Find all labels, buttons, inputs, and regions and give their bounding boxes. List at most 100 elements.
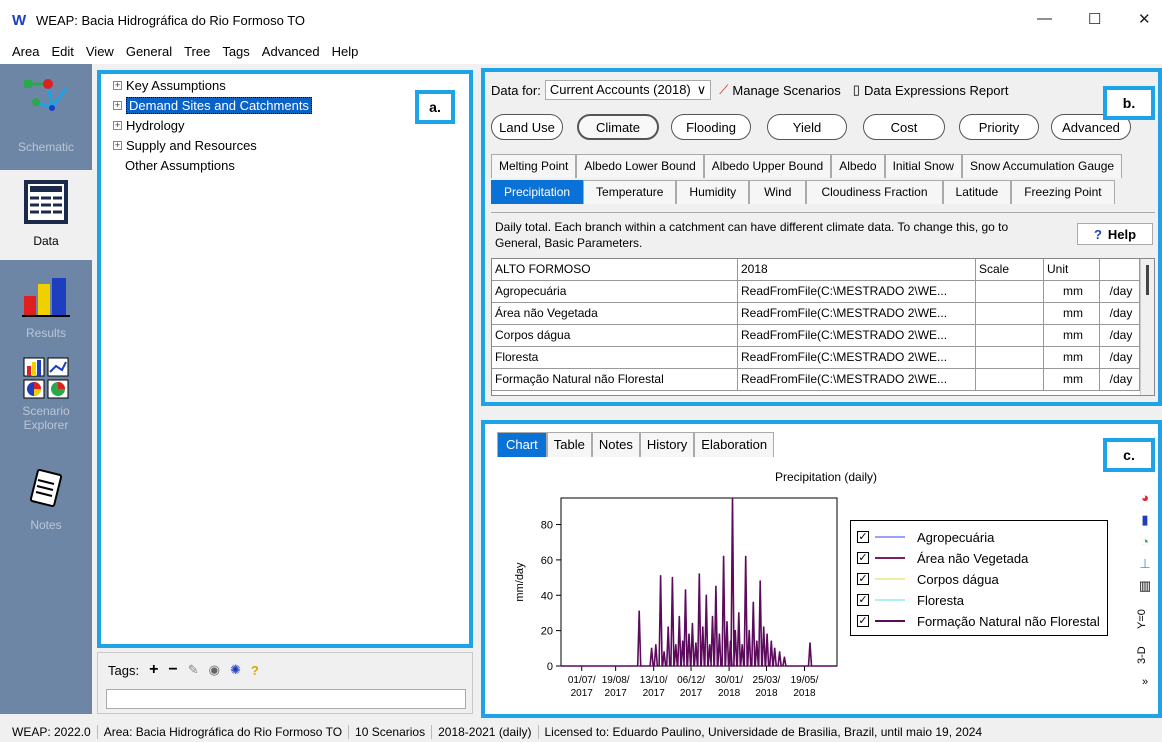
row-expression[interactable]: ReadFromFile(C:\MESTRADO 2\WE... <box>738 347 976 368</box>
legend-checkbox[interactable]: ✓ <box>857 531 869 543</box>
row-scale[interactable] <box>976 369 1044 390</box>
row-scale[interactable] <box>976 303 1044 324</box>
help-button[interactable]: ? Help <box>1077 223 1153 245</box>
tab-latitude[interactable]: Latitude <box>942 180 1012 204</box>
tags-input[interactable] <box>106 689 466 709</box>
bar-chart-icon[interactable]: ▮ <box>1136 512 1154 528</box>
table-row[interactable]: Floresta ReadFromFile(C:\MESTRADO 2\WE..… <box>492 347 1142 369</box>
tab-notes[interactable]: Notes <box>591 432 640 457</box>
menu-edit[interactable]: Edit <box>45 40 79 64</box>
row-unit-time[interactable]: /day <box>1100 369 1140 390</box>
view-schematic[interactable]: Schematic <box>0 64 92 164</box>
tab-albedo-lower[interactable]: Albedo Lower Bound <box>576 154 704 178</box>
menu-help[interactable]: Help <box>326 40 365 64</box>
menu-tree[interactable]: Tree <box>178 40 216 64</box>
add-tag-icon[interactable]: + <box>149 661 158 679</box>
view-results[interactable]: Results <box>0 264 92 350</box>
view-scenario-explorer[interactable]: Scenario Explorer <box>0 352 92 452</box>
tab-albedo-upper[interactable]: Albedo Upper Bound <box>703 154 832 178</box>
legend-item[interactable]: ✓ Corpos dágua <box>857 569 999 589</box>
tab-cloudiness-fraction[interactable]: Cloudiness Fraction <box>806 180 943 204</box>
row-scale[interactable] <box>976 347 1044 368</box>
legend-checkbox[interactable]: ✓ <box>857 615 869 627</box>
maximize-button[interactable]: ☐ <box>1088 10 1101 28</box>
legend-item[interactable]: ✓ Agropecuária <box>857 527 994 547</box>
minimize-button[interactable]: — <box>1037 10 1052 27</box>
tab-melting-point[interactable]: Melting Point <box>491 154 577 178</box>
row-unit-time[interactable]: /day <box>1100 347 1140 368</box>
table-row[interactable]: Corpos dágua ReadFromFile(C:\MESTRADO 2\… <box>492 325 1142 347</box>
tab-freezing-point[interactable]: Freezing Point <box>1011 180 1115 204</box>
tag-manager-icon[interactable]: ◉ <box>209 662 220 678</box>
row-expression[interactable]: ReadFromFile(C:\MESTRADO 2\WE... <box>738 303 976 324</box>
row-unit[interactable]: mm <box>1044 369 1100 390</box>
row-expression[interactable]: ReadFromFile(C:\MESTRADO 2\WE... <box>738 281 976 302</box>
grid-scrollbar[interactable] <box>1140 259 1154 395</box>
menu-view[interactable]: View <box>80 40 120 64</box>
category-climate[interactable]: Climate <box>577 114 659 140</box>
legend-checkbox[interactable]: ✓ <box>857 552 869 564</box>
row-unit[interactable]: mm <box>1044 347 1100 368</box>
table-row[interactable]: Formação Natural não Florestal ReadFromF… <box>492 369 1142 391</box>
data-expressions-report-button[interactable]: Data Expressions Report <box>864 83 1009 98</box>
close-button[interactable]: ✕ <box>1138 10 1151 28</box>
tab-wind[interactable]: Wind <box>749 180 807 204</box>
chart-type-icon[interactable]: ◕ <box>1136 490 1154 505</box>
manage-scenarios-button[interactable]: Manage Scenarios <box>732 83 840 98</box>
table-row[interactable]: Agropecuária ReadFromFile(C:\MESTRADO 2\… <box>492 281 1142 303</box>
tab-history[interactable]: History <box>639 432 695 457</box>
row-unit-time[interactable]: /day <box>1100 325 1140 346</box>
tab-precipitation[interactable]: Precipitation <box>491 180 584 204</box>
remove-tag-icon[interactable]: − <box>168 661 177 679</box>
legend-checkbox[interactable]: ✓ <box>857 594 869 606</box>
scale-icon[interactable]: ⊥ <box>1136 556 1154 572</box>
tab-snow-accumulation-gauge[interactable]: Snow Accumulation Gauge <box>961 154 1123 178</box>
legend-item[interactable]: ✓ Floresta <box>857 590 964 610</box>
tab-humidity[interactable]: Humidity <box>676 180 750 204</box>
table-row[interactable]: Área não Vegetada ReadFromFile(C:\MESTRA… <box>492 303 1142 325</box>
category-yield[interactable]: Yield <box>767 114 847 140</box>
tab-elaboration[interactable]: Elaboration <box>694 432 775 457</box>
tab-albedo[interactable]: Albedo <box>831 154 885 178</box>
category-land-use[interactable]: Land Use <box>491 114 563 140</box>
3d-toggle[interactable]: 3-D <box>1136 640 1154 670</box>
category-cost[interactable]: Cost <box>863 114 945 140</box>
row-unit[interactable]: mm <box>1044 281 1100 302</box>
expand-icon[interactable]: + <box>113 120 122 130</box>
menu-tags[interactable]: Tags <box>216 40 255 64</box>
legend-item[interactable]: ✓ Formação Natural não Florestal <box>857 611 1100 631</box>
tab-table[interactable]: Table <box>546 432 592 457</box>
scrollbar-thumb[interactable] <box>1146 265 1149 295</box>
category-flooding[interactable]: Flooding <box>671 114 751 140</box>
row-unit[interactable]: mm <box>1044 303 1100 324</box>
row-unit-time[interactable]: /day <box>1100 303 1140 324</box>
tab-chart[interactable]: Chart <box>497 432 547 457</box>
menu-area[interactable]: Area <box>6 40 45 64</box>
row-expression[interactable]: ReadFromFile(C:\MESTRADO 2\WE... <box>738 325 976 346</box>
pattern-icon[interactable]: ▥ <box>1136 578 1154 594</box>
tags-help-icon[interactable]: ? <box>251 663 259 678</box>
settings-gear-icon[interactable]: ✺ <box>230 662 241 678</box>
category-priority[interactable]: Priority <box>959 114 1039 140</box>
row-scale[interactable] <box>976 325 1044 346</box>
view-notes[interactable]: Notes <box>0 462 92 542</box>
expand-icon[interactable]: + <box>113 140 122 150</box>
row-expression[interactable]: ReadFromFile(C:\MESTRADO 2\WE... <box>738 369 976 390</box>
row-unit-time[interactable]: /day <box>1100 281 1140 302</box>
tree-item-key-assumptions[interactable]: + Key Assumptions <box>113 76 226 94</box>
menu-general[interactable]: General <box>120 40 178 64</box>
pie-chart-icon[interactable]: ◔ <box>1136 534 1154 549</box>
more-tools-icon[interactable]: » <box>1136 676 1154 688</box>
brush-icon[interactable]: ✎ <box>188 662 199 678</box>
view-data[interactable]: Data <box>0 170 92 260</box>
tree-item-other-assumptions[interactable]: Other Assumptions <box>125 156 235 174</box>
tree-item-hydrology[interactable]: + Hydrology <box>113 116 185 134</box>
expand-icon[interactable]: + <box>113 100 122 110</box>
expand-icon[interactable]: + <box>113 80 122 90</box>
legend-item[interactable]: ✓ Área não Vegetada <box>857 548 1028 568</box>
row-unit[interactable]: mm <box>1044 325 1100 346</box>
tab-initial-snow[interactable]: Initial Snow <box>884 154 962 178</box>
tree-item-supply-resources[interactable]: + Supply and Resources <box>113 136 257 154</box>
y-zero-toggle[interactable]: Y=0 <box>1136 604 1154 634</box>
scenario-select[interactable]: Current Accounts (2018) ∨ <box>544 80 712 100</box>
